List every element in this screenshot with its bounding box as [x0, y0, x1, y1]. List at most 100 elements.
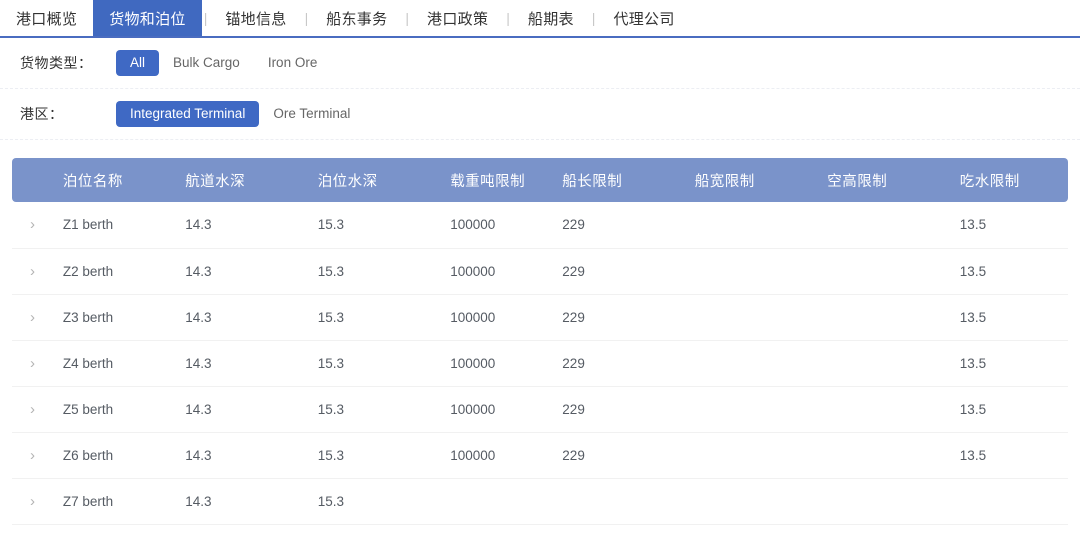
cell-draft-limit: 13.5: [955, 202, 1068, 249]
cell-air-draft-limit: [823, 294, 956, 341]
cell-berth-depth: 15.3: [313, 248, 447, 295]
cell-draft-limit: [955, 478, 1068, 525]
row-expand-cell[interactable]: ›: [12, 478, 59, 525]
table-row[interactable]: › Z6 berth 14.3 15.3 100000 229 13.5: [12, 432, 1068, 479]
filter-options-1: Integrated Terminal Ore Terminal: [116, 100, 364, 128]
filter-option-0-1[interactable]: Bulk Cargo: [159, 50, 254, 77]
chevron-right-icon[interactable]: ›: [16, 264, 35, 279]
cell-draft-limit: 13.5: [955, 340, 1068, 387]
table-row[interactable]: › Z4 berth 14.3 15.3 100000 229 13.5: [12, 340, 1068, 387]
cell-berth-depth: 15.3: [313, 478, 447, 525]
tab-0[interactable]: 港口概览: [0, 0, 93, 36]
chevron-right-icon[interactable]: ›: [16, 310, 35, 325]
cell-loa-limit: 229: [558, 432, 691, 479]
chevron-right-icon[interactable]: ›: [16, 494, 35, 509]
cell-berth-name: Z4 berth: [58, 340, 182, 387]
column-header-6: 船宽限制: [690, 158, 824, 202]
filter-option-0-0[interactable]: All: [116, 49, 160, 77]
table-row[interactable]: › Z3 berth 14.3 15.3 100000 229 13.5: [12, 294, 1068, 341]
cell-berth-depth: 15.3: [313, 386, 447, 433]
table-row[interactable]: › Z1 berth 14.3 15.3 100000 229 13.5: [12, 202, 1068, 249]
row-expand-cell[interactable]: ›: [12, 202, 59, 249]
cell-channel-depth: 14.3: [181, 386, 314, 433]
cell-channel-depth: 14.3: [181, 478, 314, 525]
column-header-4: 载重吨限制: [446, 158, 559, 202]
tab-separator: |: [304, 10, 309, 26]
chevron-right-icon[interactable]: ›: [16, 217, 35, 232]
filter-options-0: All Bulk Cargo Iron Ore: [116, 49, 332, 77]
cell-loa-limit: 229: [558, 340, 691, 387]
chevron-right-icon[interactable]: ›: [16, 402, 35, 417]
column-header-7: 空高限制: [823, 158, 956, 202]
cell-dwt-limit: 100000: [446, 202, 559, 249]
cell-berth-name: Z1 berth: [58, 202, 182, 249]
cell-air-draft-limit: [823, 432, 956, 479]
chevron-right-icon[interactable]: ›: [16, 448, 35, 463]
filter-row-0: 货物类型： All Bulk Cargo Iron Ore: [0, 38, 1080, 89]
cell-air-draft-limit: [823, 248, 956, 295]
berth-table-container: 泊位名称 航道水深 泊位水深 载重吨限制 船长限制 船宽限制 空高限制 吃水限制 › Z1 be…: [0, 158, 1080, 525]
cell-dwt-limit: 100000: [446, 294, 559, 341]
cell-air-draft-limit: [823, 386, 956, 433]
column-header-1: 泊位名称: [58, 158, 182, 202]
table-row[interactable]: › Z2 berth 14.3 15.3 100000 229 13.5: [12, 248, 1068, 295]
cell-draft-limit: 13.5: [955, 432, 1068, 479]
cell-draft-limit: 13.5: [955, 386, 1068, 433]
cell-beam-limit: [690, 294, 824, 341]
row-expand-cell[interactable]: ›: [12, 432, 59, 479]
tab-2[interactable]: 锚地信息: [209, 0, 302, 36]
cell-channel-depth: 14.3: [181, 432, 314, 479]
tab-6[interactable]: 代理公司: [597, 0, 690, 36]
cell-beam-limit: [690, 340, 824, 387]
tab-4[interactable]: 港口政策: [411, 0, 504, 36]
cell-loa-limit: 229: [558, 248, 691, 295]
column-header-5: 船长限制: [558, 158, 691, 202]
filter-option-1-1[interactable]: Ore Terminal: [259, 101, 364, 128]
cell-berth-name: Z7 berth: [58, 478, 182, 525]
cell-channel-depth: 14.3: [181, 294, 314, 341]
cell-loa-limit: [558, 478, 691, 525]
cell-channel-depth: 14.3: [181, 340, 314, 387]
table-row[interactable]: › Z7 berth 14.3 15.3: [12, 478, 1068, 525]
filter-label-1: 港区：: [20, 106, 64, 122]
cell-loa-limit: 229: [558, 202, 691, 249]
row-expand-cell[interactable]: ›: [12, 248, 59, 295]
cell-berth-depth: 15.3: [313, 202, 447, 249]
cell-beam-limit: [690, 432, 824, 479]
row-expand-cell[interactable]: ›: [12, 340, 59, 387]
cell-berth-name: Z6 berth: [58, 432, 182, 479]
filter-row-1: 港区： Integrated Terminal Ore Terminal: [0, 89, 1080, 140]
filter-option-0-2[interactable]: Iron Ore: [254, 50, 332, 77]
cell-dwt-limit: 100000: [446, 340, 559, 387]
cell-loa-limit: 229: [558, 386, 691, 433]
cell-air-draft-limit: [823, 478, 956, 525]
tab-separator: |: [591, 10, 596, 26]
cell-dwt-limit: 100000: [446, 248, 559, 295]
tab-separator: |: [506, 10, 510, 26]
filter-option-1-0[interactable]: Integrated Terminal: [116, 100, 260, 128]
cell-air-draft-limit: [823, 202, 956, 249]
cell-berth-depth: 15.3: [313, 340, 447, 387]
table-row[interactable]: › Z5 berth 14.3 15.3 100000 229 13.5: [12, 386, 1068, 433]
berth-table-body: › Z1 berth 14.3 15.3 100000 229 13.5 › Z2 berth 1…: [12, 202, 1068, 525]
column-header-2: 航道水深: [181, 158, 314, 202]
row-expand-cell[interactable]: ›: [12, 294, 59, 341]
berth-table-head: 泊位名称 航道水深 泊位水深 载重吨限制 船长限制 船宽限制 空高限制 吃水限制: [12, 158, 1068, 202]
cell-berth-depth: 15.3: [313, 432, 447, 479]
berth-table: 泊位名称 航道水深 泊位水深 载重吨限制 船长限制 船宽限制 空高限制 吃水限制 › Z1 be…: [12, 158, 1068, 525]
cell-dwt-limit: 100000: [446, 432, 559, 479]
cell-dwt-limit: 100000: [446, 386, 559, 433]
tab-1[interactable]: 货物和泊位: [93, 0, 202, 36]
column-header-0: [12, 158, 59, 202]
row-expand-cell[interactable]: ›: [12, 386, 59, 433]
cell-beam-limit: [690, 478, 824, 525]
column-header-3: 泊位水深: [313, 158, 447, 202]
cell-channel-depth: 14.3: [181, 202, 314, 249]
chevron-right-icon[interactable]: ›: [16, 356, 35, 371]
tab-3[interactable]: 船东事务: [310, 0, 403, 36]
cell-channel-depth: 14.3: [181, 248, 314, 295]
tab-5[interactable]: 船期表: [512, 0, 590, 36]
tab-separator: |: [405, 10, 410, 26]
cell-loa-limit: 229: [558, 294, 691, 341]
cell-berth-name: Z3 berth: [58, 294, 182, 341]
